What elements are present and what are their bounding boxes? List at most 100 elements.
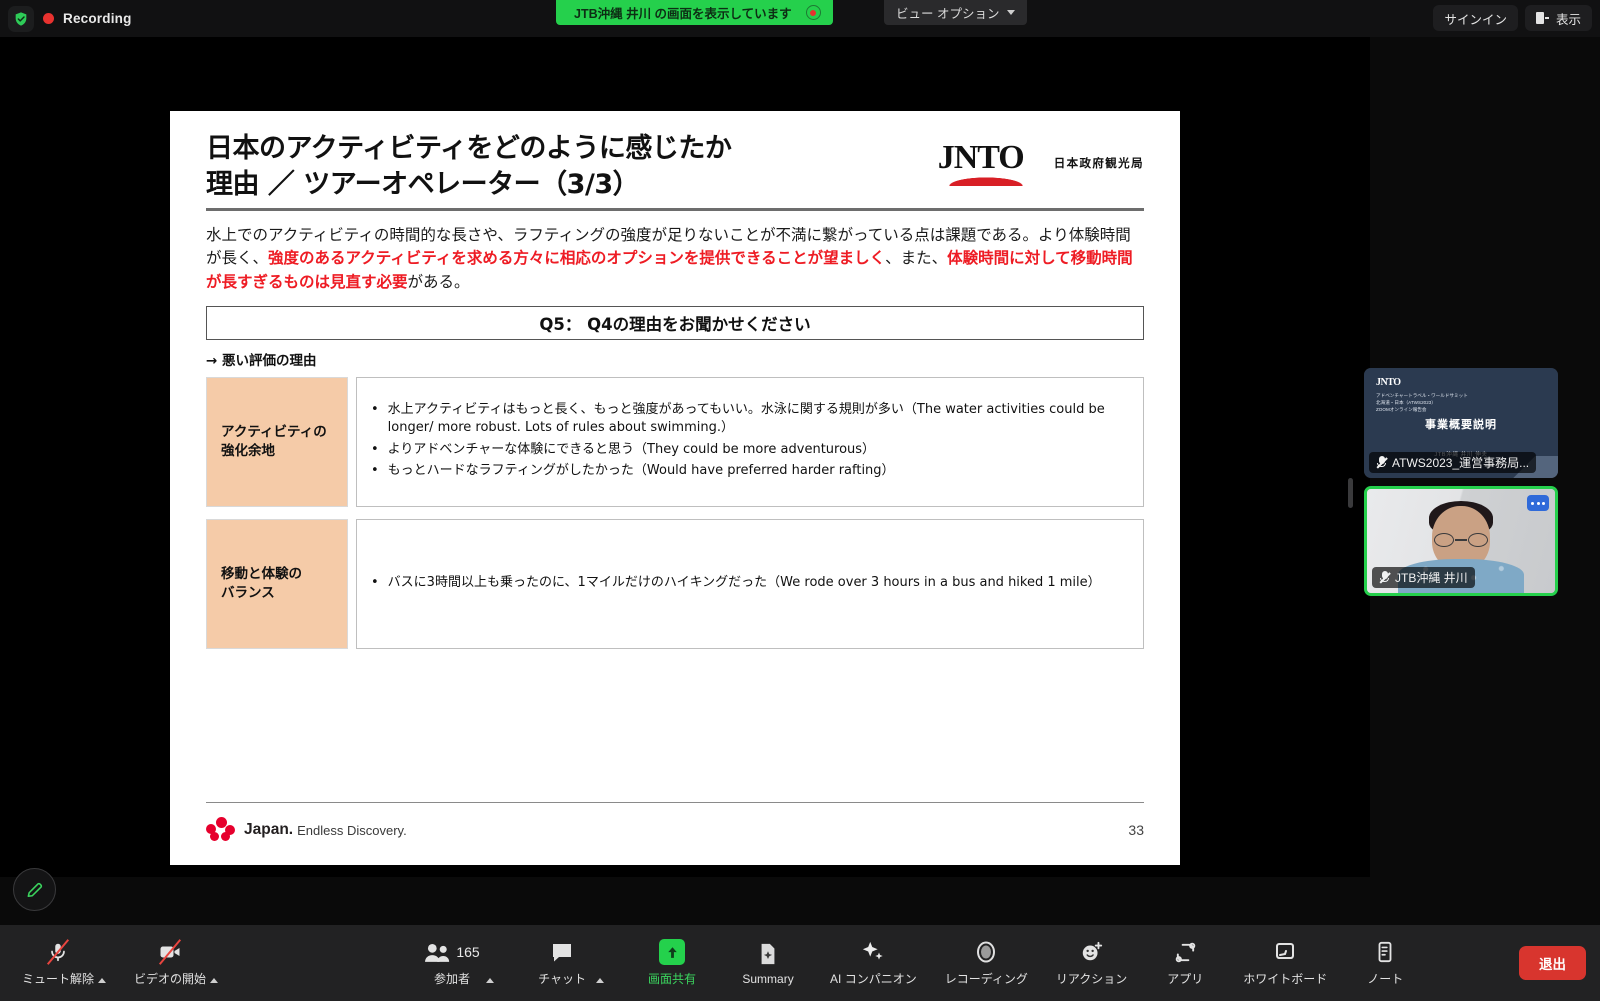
top-bar: Recording JTB沖縄 井川 の画面を表示しています ビュー オプション… [0,0,1600,37]
slide-page-number: 33 [1128,822,1144,838]
participants-count: 165 [456,944,480,960]
list-item-text: よりアドベンチャーな体験にできると思う（They could be more a… [387,441,876,457]
video-tile-active-speaker[interactable]: JTB沖縄 井川 [1364,486,1558,596]
section-subheading: → 悪い評価の理由 [206,353,317,370]
audio-options-chevron-icon[interactable] [98,978,107,983]
table-row-value: • バスに3時間以上も乗ったのに、1マイルだけのハイキングだった（We rode … [356,519,1144,650]
slide-title: 日本のアクティビティをどのように感じたか 理由 ／ ツアーオペレーター（3/3） [206,133,732,200]
annotate-button[interactable] [13,868,56,911]
recording-dot-icon [43,13,54,24]
apps-button[interactable]: アプリ [1155,939,1215,987]
ai-companion-button[interactable]: AI コンパニオン [830,939,917,987]
display-label: 表示 [1555,12,1581,27]
notes-icon [1374,939,1396,965]
sign-in-label: サインイン [1444,12,1507,27]
screen-share-banner: JTB沖縄 井川 の画面を表示しています [556,0,833,25]
share-screen-button[interactable]: 画面共有 [642,939,702,987]
list-item: • よりアドベンチャーな体験にできると思う（They could be more … [371,441,1127,459]
display-button[interactable]: 表示 [1524,5,1592,31]
record-button[interactable]: レコーディング [945,939,1028,987]
view-options-label: ビュー オプション [896,7,1000,21]
video-filmstrip: JNTO アドベンチャートラベル・ワールドサミット 北海道・日本（ATWS202… [1364,368,1558,596]
list-item: • 水上アクティビティはもっと長く、もっと強度があってもいい。水泳に関する規則が多… [371,401,1127,438]
record-icon [974,939,998,965]
reactions-button[interactable]: リアクション [1056,939,1127,987]
sakura-logo-icon [206,817,236,843]
list-item: • もっとハードなラフティングがしたかった（Would have preferre… [371,462,1127,480]
chat-label: チャット [538,972,586,986]
mic-off-icon [1376,456,1388,469]
ai-companion-label: AI コンパニオン [830,972,917,986]
share-screen-label: 画面共有 [648,972,697,986]
record-label: レコーディング [944,972,1028,986]
chat-icon [550,939,574,965]
whiteboard-button[interactable]: ホワイトボード [1243,939,1327,987]
list-item-text: バスに3時間以上も乗ったのに、1マイルだけのハイキングだった（We rode o… [387,574,1101,590]
chat-button[interactable]: チャット [532,939,592,987]
tile-name-badge: JTB沖縄 井川 [1372,567,1475,588]
list-item-text: 水上アクティビティはもっと長く、もっと強度があってもいい。水泳に関する規則が多い… [387,401,1105,436]
reactions-label: リアクション [1055,972,1128,986]
list-item: • バスに3時間以上も乗ったのに、1マイルだけのハイキングだった（We rode … [371,574,1127,592]
participants-options-chevron-icon[interactable] [486,978,495,983]
tile-preview-subtitle: アドベンチャートラベル・ワールドサミット 北海道・日本（ATWS2023） ZO… [1376,393,1468,413]
bullet-icon: • [371,574,379,590]
stop-share-icon[interactable] [805,5,821,20]
toolbar-group-participants: 165 参加者 [422,939,495,987]
glasses [1434,533,1488,547]
leave-button[interactable]: 退出 [1519,946,1586,980]
mic-off-icon [1379,571,1391,584]
shield-check-icon[interactable] [8,5,34,32]
table-row: 移動と体験の バランス • バスに3時間以上も乗ったのに、1マイルだけのハイキング… [206,519,1144,650]
reasons-table: アクティビティの 強化余地 • 水上アクティビティはもっと長く、もっと強度があって… [206,377,1144,650]
sign-in-button[interactable]: サインイン [1433,5,1518,31]
view-options-button[interactable]: ビュー オプション [884,0,1028,25]
table-row: アクティビティの 強化余地 • 水上アクティビティはもっと長く、もっと強度があって… [206,377,1144,508]
slide-header: 日本のアクティビティをどのように感じたか 理由 ／ ツアーオペレーター（3/3）… [206,111,1144,202]
more-options-icon[interactable] [1527,495,1549,511]
toolbar-group-video: ビデオの開始 [134,939,219,987]
participants-icon-group: 165 [424,939,480,965]
bullet-icon: • [371,401,379,417]
bullet-icon: • [371,463,379,479]
tile-participant-name: ATWS2023_運営事務局... [1392,456,1530,470]
shared-content-stage: 日本のアクティビティをどのように感じたか 理由 ／ ツアーオペレーター（3/3）… [0,37,1370,877]
participants-button[interactable]: 165 参加者 [422,939,482,987]
start-video-label: ビデオの開始 [134,972,207,986]
table-row-key: アクティビティの 強化余地 [206,377,348,508]
lead-text-part-2: 、また、 [885,249,948,268]
meeting-toolbar: ミュート解除 ビデオの開始 165 参加者 チャット 画面共有 Summary … [0,925,1600,1001]
start-video-button[interactable]: ビデオの開始 [134,939,206,987]
question-bar: Q5： Q4の理由をお聞かせください [206,306,1144,341]
tile-preview-logo: JNTO [1376,377,1401,388]
footer-brand: Japan. [244,821,294,838]
slide-lead-paragraph: 水上でのアクティビティの時間的な長さや、ラフティングの強度が足りないことが不満に… [206,211,1144,295]
lead-text-part-3: がある。 [407,272,470,291]
chevron-down-icon [1007,10,1016,15]
tile-participant-name: JTB沖縄 井川 [1395,571,1468,585]
summary-button[interactable]: Summary [738,941,798,986]
lead-highlight-1: 強度のあるアクティビティを求める方々に相応のオプションを提供できることが望ましく [268,249,886,268]
tile-name-badge: ATWS2023_運営事務局... [1369,452,1537,473]
whiteboard-label: ホワイトボード [1243,972,1328,986]
jnto-logo-text: JNTO [937,139,1025,176]
apps-label: アプリ [1167,972,1204,986]
bullet-icon: • [371,441,379,457]
list-item-text: もっとハードなラフティングがしたかった（Would have preferred… [387,463,895,479]
pencil-icon [27,882,42,897]
zoom-meeting-window: Recording JTB沖縄 井川 の画面を表示しています ビュー オプション… [0,0,1600,1001]
notes-label: ノート [1367,972,1404,986]
video-tile[interactable]: JNTO アドベンチャートラベル・ワールドサミット 北海道・日本（ATWS202… [1364,368,1558,478]
jnto-arc-icon [945,177,1026,186]
footer-divider [206,801,1144,803]
slide-footer: Japan. Endless Discovery. 33 [206,801,1144,844]
toolbar-group-chat: チャット [532,939,605,987]
chat-options-chevron-icon[interactable] [596,978,605,983]
participants-label: 参加者 [434,972,471,986]
summary-label: Summary [742,971,794,986]
participants-icon [425,943,450,962]
notes-button[interactable]: ノート [1355,939,1415,987]
video-options-chevron-icon[interactable] [210,978,219,983]
filmstrip-scrollbar[interactable] [1348,478,1353,508]
unmute-button[interactable]: ミュート解除 [22,939,94,987]
